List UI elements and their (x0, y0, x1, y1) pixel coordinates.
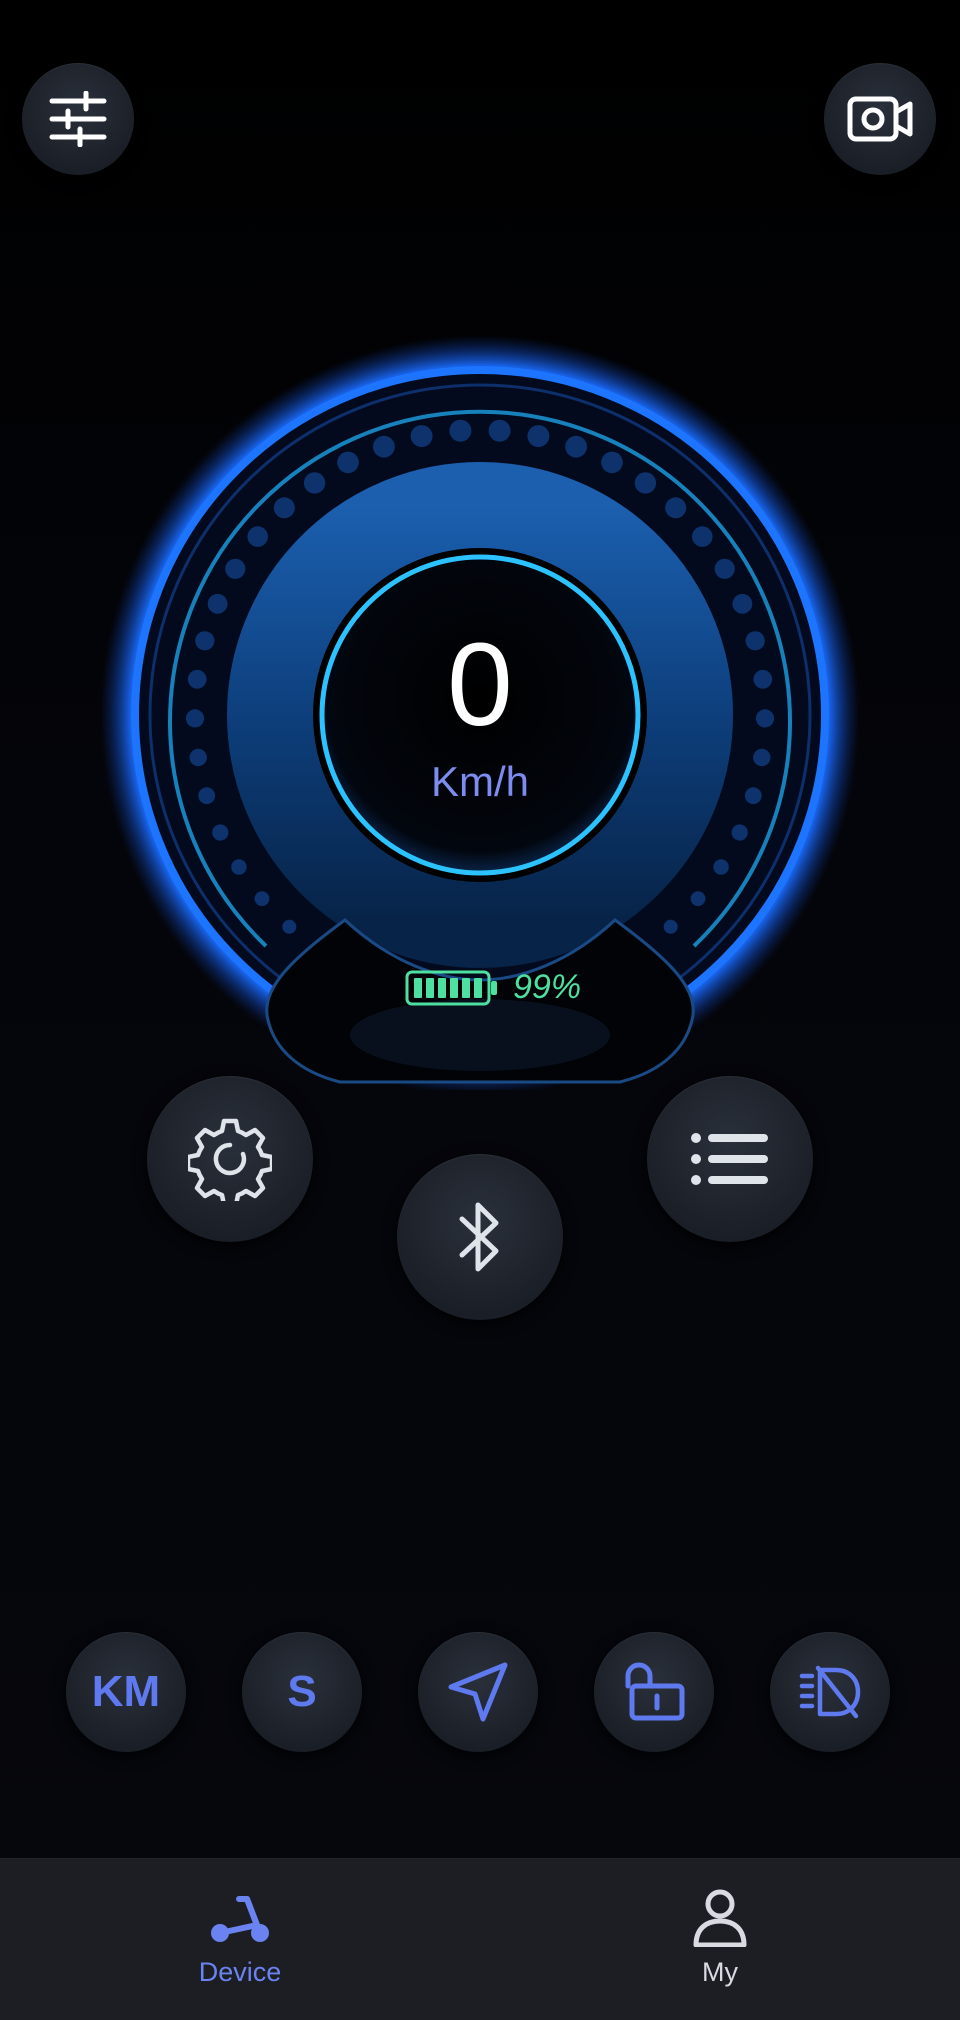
gauge-dot (185, 709, 205, 728)
gauge-dot (449, 419, 472, 442)
gauge-dot (254, 891, 270, 906)
gauge-dot (634, 472, 657, 494)
gauge-dot (373, 435, 395, 458)
battery-percent: 99% (513, 968, 582, 1006)
speed-value: 0 (447, 619, 513, 751)
sliders-icon (49, 91, 107, 147)
gauge-dot (731, 824, 748, 841)
battery-icon (405, 970, 497, 1005)
settings-button[interactable] (147, 1076, 313, 1242)
camera-button[interactable] (824, 63, 936, 175)
lock-button[interactable] (594, 1632, 714, 1752)
gauge-dot (198, 787, 216, 805)
gauge-dot (565, 435, 587, 458)
speed-mode-button[interactable]: S (242, 1632, 362, 1752)
gauge-dot (714, 558, 735, 579)
menu-button[interactable] (647, 1076, 813, 1242)
gauge-dot (231, 859, 247, 875)
gauge-dot (745, 631, 765, 651)
gauge-dot (247, 526, 268, 547)
navigation-arrow-icon (448, 1662, 508, 1722)
gauge-dot (207, 593, 228, 614)
km-label: KM (91, 1667, 161, 1716)
gauge-dot (753, 748, 771, 767)
gauge-dot (212, 824, 229, 841)
gauge-dot (527, 425, 550, 448)
tab-my-label: My (702, 1957, 738, 1987)
unlock-icon (625, 1662, 685, 1721)
gauge-dot (303, 472, 326, 494)
s-label: S (287, 1667, 317, 1716)
gauge-dot (225, 558, 246, 579)
gauge-dot (410, 425, 433, 448)
gauge-dot (187, 669, 207, 689)
camera-icon (847, 96, 913, 142)
headlight-button[interactable] (770, 1632, 890, 1752)
bluetooth-icon (459, 1202, 499, 1272)
gauge-dot (744, 787, 762, 805)
navigation-button[interactable] (418, 1632, 538, 1752)
tab-my[interactable]: My (620, 1859, 820, 2020)
filter-settings-button[interactable] (22, 63, 134, 175)
gauge-dot (690, 891, 706, 906)
gauge-dot (189, 748, 207, 767)
headlight-off-icon (799, 1665, 861, 1719)
gear-icon (188, 1118, 272, 1201)
tab-device-label: Device (198, 1957, 282, 1987)
scooter-icon (211, 1896, 269, 1942)
gauge-dot (713, 859, 729, 875)
gauge-dot (337, 451, 359, 474)
list-icon (691, 1133, 768, 1185)
gauge-dot (663, 919, 678, 934)
speed-unit: Km/h (430, 758, 530, 805)
person-icon (693, 1889, 747, 1947)
gauge-dot (195, 631, 215, 651)
gauge-dot (755, 709, 775, 728)
tab-bar: Device My (0, 1858, 960, 2020)
tab-device[interactable]: Device (140, 1859, 340, 2020)
gauge-dot (665, 497, 687, 519)
battery-indicator: 99% (405, 968, 581, 1007)
gauge-dot (753, 669, 773, 689)
gauge-dot (488, 419, 511, 442)
gauge-dot (692, 526, 713, 547)
gauge-dot (732, 593, 753, 614)
bluetooth-button[interactable] (397, 1154, 563, 1320)
gauge-dot (282, 919, 297, 934)
gauge-dot (273, 497, 295, 519)
gauge-dot (601, 451, 623, 474)
unit-km-button[interactable]: KM (66, 1632, 186, 1752)
